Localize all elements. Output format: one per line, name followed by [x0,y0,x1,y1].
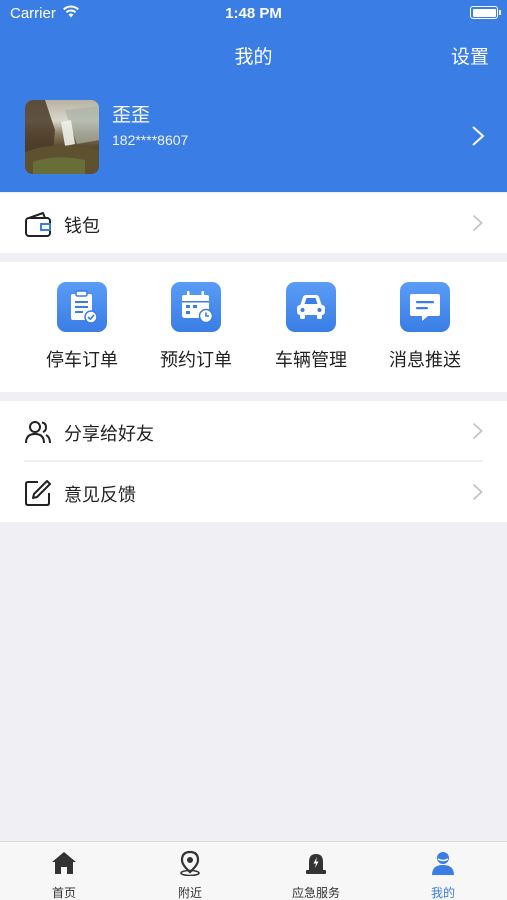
tab-nearby[interactable]: 附近 [127,842,253,900]
feedback-label: 意见反馈 [64,485,136,506]
user-icon [432,852,454,875]
status-time: 1:48 PM [225,5,282,22]
profile-header: Carrier 1:48 PM 我的 设置 歪歪 182****8607 [0,0,507,192]
share-friends-row[interactable]: 分享给好友 [0,401,507,461]
users-icon [25,421,51,444]
menu-card: 分享给好友 意见反馈 [0,401,507,522]
wallet-icon [25,212,51,237]
tab-mine[interactable]: 我的 [380,842,506,900]
chevron-right-icon [472,126,485,146]
emergency-light-icon [306,854,326,874]
chevron-right-icon [472,214,483,232]
home-icon [52,852,76,874]
tab-nearby-label: 附近 [177,886,202,900]
message-push-button[interactable]: 消息推送 [370,278,480,378]
feedback-icon [25,480,51,506]
tab-emergency-label: 应急服务 [291,886,340,900]
wallet-row[interactable]: 钱包 [0,193,507,253]
share-friends-label: 分享给好友 [64,424,154,445]
parking-order-button[interactable]: 停车订单 [27,278,137,378]
status-bar: Carrier 1:48 PM [0,0,507,28]
avatar[interactable] [25,100,99,174]
reservation-order-button[interactable]: 预约订单 [141,278,251,378]
tab-emergency[interactable]: 应急服务 [253,842,379,900]
user-phone: 182****8607 [112,132,189,148]
tab-home-label: 首页 [51,886,76,900]
parking-order-label: 停车订单 [46,350,118,371]
vehicle-management-button[interactable]: 车辆管理 [256,278,366,378]
chevron-right-icon [472,483,483,501]
feedback-row[interactable]: 意见反馈 [0,462,507,522]
avatar-photo [25,100,99,174]
message-push-label: 消息推送 [389,350,461,371]
vehicle-management-label: 车辆管理 [275,350,347,371]
tab-mine-label: 我的 [430,886,455,900]
location-pin-icon [180,850,200,876]
page-title: 我的 [234,46,273,68]
battery-icon [470,6,501,19]
parking-order-icon [57,282,107,332]
tab-bar: 首页 附近 应急服务 我的 [0,841,507,900]
user-name: 歪歪 [112,104,151,126]
chevron-right-icon [472,422,483,440]
reservation-order-icon [171,282,221,332]
quick-actions: 停车订单 预约订单 车辆管理 消息推送 [0,262,507,392]
profile-card[interactable]: 歪歪 182****8607 [0,96,507,176]
message-icon [400,282,450,332]
wallet-card: 钱包 [0,193,507,253]
reservation-order-label: 预约订单 [160,350,232,371]
car-icon [286,282,336,332]
wallet-label: 钱包 [64,216,100,237]
tab-home[interactable]: 首页 [1,842,127,900]
settings-button[interactable]: 设置 [451,42,489,69]
